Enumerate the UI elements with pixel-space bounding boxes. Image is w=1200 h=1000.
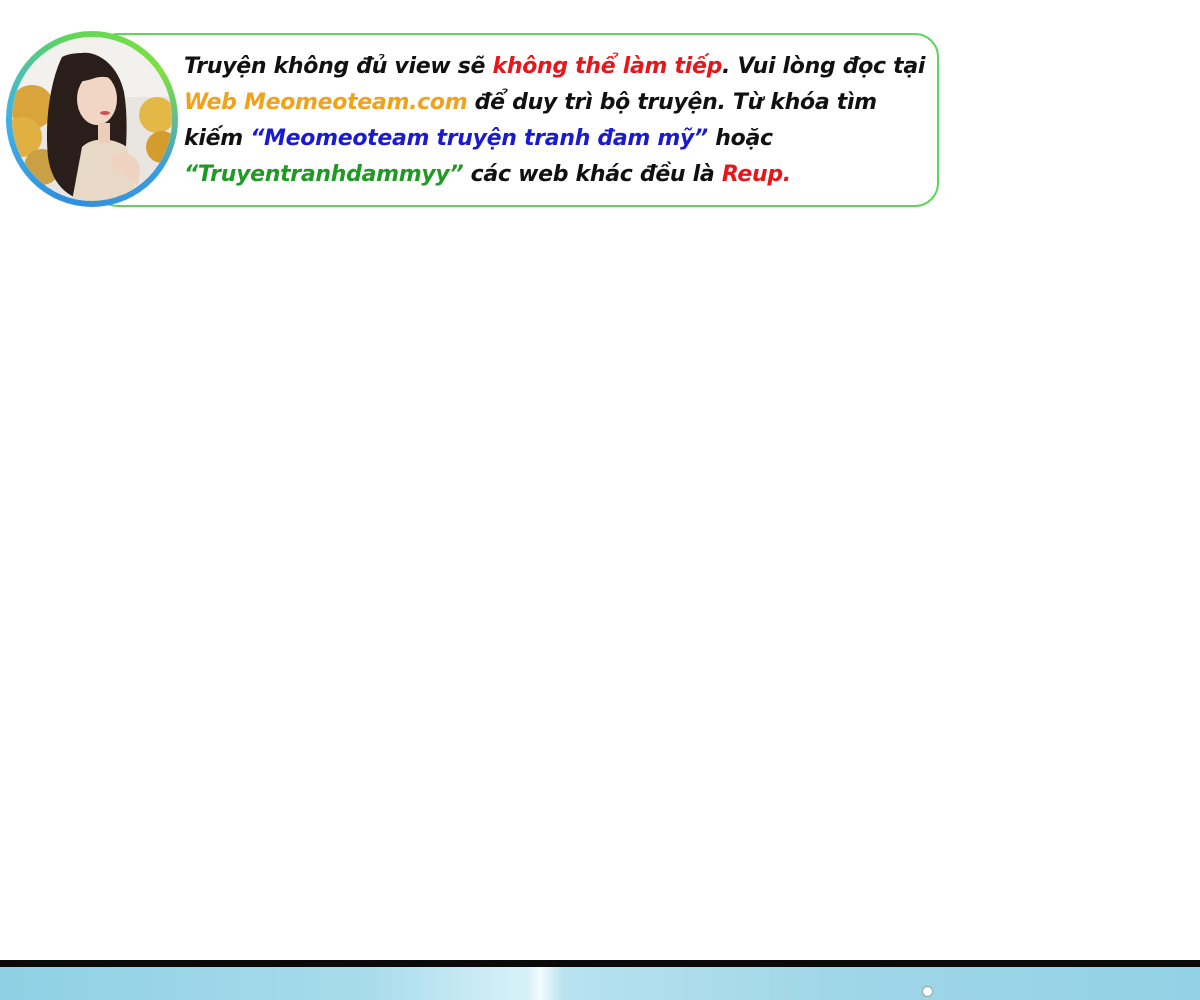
notice-segment: các web khác đều là: [463, 162, 722, 187]
footer-sky-band: [0, 967, 1200, 1000]
notice-banner: Truyện không đủ view sẽ không thể làm ti…: [6, 31, 940, 211]
notice-segment-highlight: không thể làm tiếp: [492, 54, 723, 79]
notice-segment-website: Web Meomeoteam.com: [184, 90, 468, 115]
notice-segment-keyword-alt: “Truyentranhdammyy”: [184, 162, 464, 187]
footer-dot-icon: [922, 986, 933, 997]
avatar-photo-icon: [12, 37, 172, 201]
footer-strip: [0, 960, 1200, 1000]
notice-segment: Truyện không đủ view sẽ: [184, 54, 493, 79]
notice-segment: hoặc: [707, 126, 781, 151]
avatar: [6, 31, 178, 207]
notice-segment-keyword: “Meomeoteam truyện tranh đam mỹ”: [250, 126, 708, 151]
notice-segment-reup: Reup.: [721, 162, 791, 187]
notice-text: Truyện không đủ view sẽ không thể làm ti…: [184, 49, 934, 193]
notice-segment: . Vui lòng đọc tại: [722, 54, 933, 79]
